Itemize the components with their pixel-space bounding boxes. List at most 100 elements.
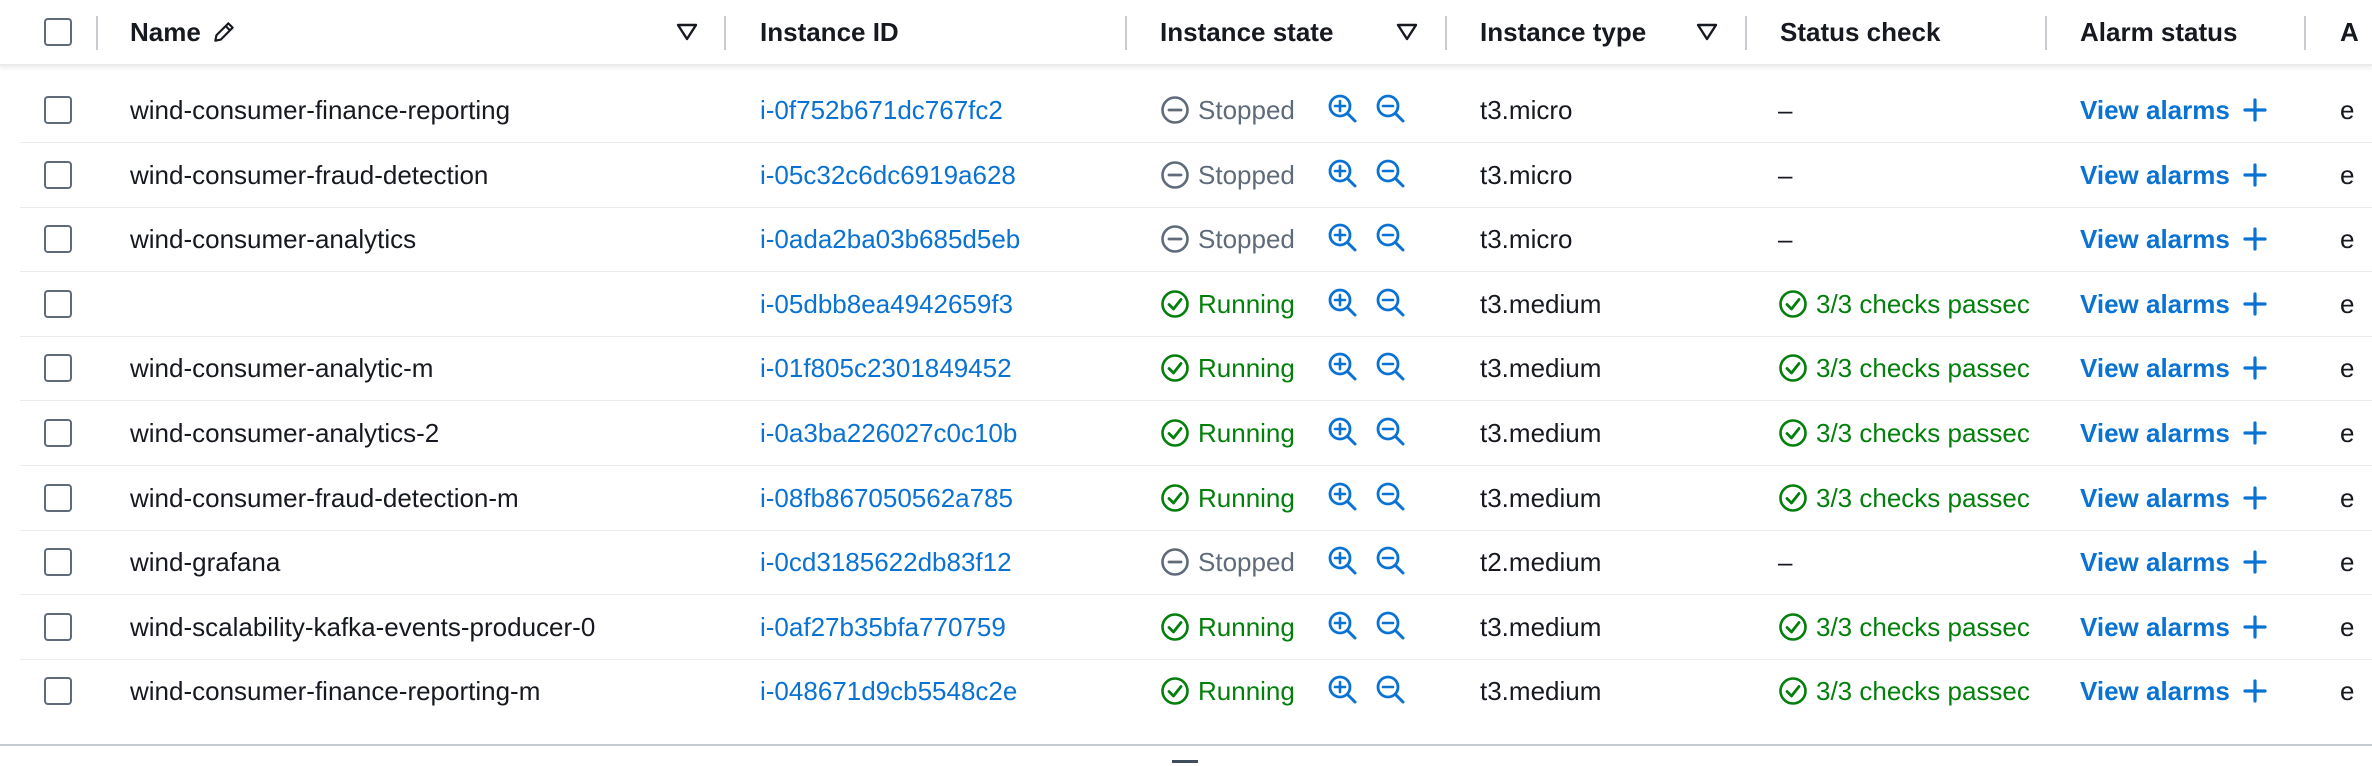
view-alarms-link[interactable]: View alarms — [2080, 272, 2320, 336]
column-header-instance-type[interactable]: Instance type — [1480, 0, 1646, 64]
column-header-instance-state[interactable]: Instance state — [1160, 0, 1333, 64]
next-column-cell: e — [2340, 482, 2355, 513]
table-row[interactable]: wind-consumer-fraud-detection-m i-08fb867… — [20, 466, 2372, 530]
instance-state-label: Stopped — [1198, 159, 1295, 190]
zoom-in-icon[interactable] — [1326, 609, 1360, 643]
sort-down-icon[interactable] — [1396, 22, 1418, 42]
column-divider[interactable] — [96, 16, 98, 50]
instance-id-link[interactable]: i-05dbb8ea4942659f3 — [760, 272, 1120, 336]
plus-icon[interactable] — [2242, 420, 2268, 446]
row-checkbox[interactable] — [44, 548, 72, 576]
zoom-out-icon[interactable] — [1374, 544, 1408, 578]
plus-icon[interactable] — [2242, 485, 2268, 511]
table-row[interactable]: wind-consumer-analytics-2 i-0a3ba226027c0… — [20, 401, 2372, 465]
column-header-alarm-status[interactable]: Alarm status — [2080, 0, 2238, 64]
zoom-out-icon[interactable] — [1374, 609, 1408, 643]
instance-id-link[interactable]: i-0ada2ba03b685d5eb — [760, 207, 1120, 271]
instance-state: Stopped — [1160, 530, 1330, 594]
table-row[interactable]: wind-consumer-finance-reporting-m i-04867… — [20, 659, 2372, 723]
status-check: – — [1778, 207, 2045, 271]
status-success-icon — [1161, 290, 1189, 318]
table-row[interactable]: wind-grafana i-0cd3185622db83f12 Stopped t2… — [20, 530, 2372, 594]
zoom-out-icon[interactable] — [1374, 480, 1408, 514]
zoom-in-icon[interactable] — [1326, 673, 1360, 707]
column-divider[interactable] — [1745, 16, 1747, 50]
zoom-out-icon[interactable] — [1374, 157, 1408, 191]
zoom-out-icon[interactable] — [1374, 221, 1408, 255]
view-alarms-link[interactable]: View alarms — [2080, 336, 2320, 400]
status-stopped-icon — [1161, 548, 1189, 576]
zoom-in-icon[interactable] — [1326, 92, 1360, 126]
zoom-out-icon[interactable] — [1374, 92, 1408, 126]
column-header-instance-id[interactable]: Instance ID — [760, 0, 899, 64]
row-checkbox[interactable] — [44, 677, 72, 705]
instance-name: wind-consumer-fraud-detection-m — [130, 482, 519, 513]
select-all-checkbox[interactable] — [44, 18, 72, 46]
plus-icon[interactable] — [2242, 97, 2268, 123]
table-row[interactable]: wind-consumer-finance-reporting i-0f752b6… — [20, 78, 2372, 142]
table-row[interactable]: i-05dbb8ea4942659f3 Running t3.medium 3/3 c… — [20, 272, 2372, 336]
table-row[interactable]: wind-consumer-fraud-detection i-05c32c6dc… — [20, 143, 2372, 207]
view-alarms-link[interactable]: View alarms — [2080, 207, 2320, 271]
resize-handle[interactable] — [1172, 760, 1198, 763]
view-alarms-link[interactable]: View alarms — [2080, 595, 2320, 659]
plus-icon[interactable] — [2242, 549, 2268, 575]
row-checkbox[interactable] — [44, 290, 72, 318]
zoom-out-icon[interactable] — [1374, 286, 1408, 320]
plus-icon[interactable] — [2242, 291, 2268, 317]
sort-down-icon[interactable] — [676, 22, 698, 42]
view-alarms-label: View alarms — [2080, 352, 2230, 383]
instance-id-link[interactable]: i-0f752b671dc767fc2 — [760, 78, 1120, 142]
column-divider[interactable] — [724, 16, 726, 50]
column-divider[interactable] — [2045, 16, 2047, 50]
instance-id-link[interactable]: i-0af27b35bfa770759 — [760, 595, 1120, 659]
plus-icon[interactable] — [2242, 355, 2268, 381]
row-checkbox[interactable] — [44, 161, 72, 189]
instance-id-link[interactable]: i-0cd3185622db83f12 — [760, 530, 1120, 594]
zoom-out-icon[interactable] — [1374, 350, 1408, 384]
zoom-in-icon[interactable] — [1326, 480, 1360, 514]
column-header-name[interactable]: Name — [130, 0, 237, 64]
table-row[interactable]: wind-scalability-kafka-events-producer-0… — [20, 595, 2372, 659]
zoom-in-icon[interactable] — [1326, 157, 1360, 191]
instance-id-link[interactable]: i-08fb867050562a785 — [760, 466, 1120, 530]
instance-id-link[interactable]: i-048671d9cb5548c2e — [760, 659, 1120, 723]
view-alarms-link[interactable]: View alarms — [2080, 143, 2320, 207]
column-divider[interactable] — [2304, 16, 2306, 50]
zoom-in-icon[interactable] — [1326, 350, 1360, 384]
instance-name: wind-consumer-finance-reporting-m — [130, 675, 541, 706]
zoom-in-icon[interactable] — [1326, 286, 1360, 320]
zoom-in-icon[interactable] — [1326, 415, 1360, 449]
view-alarms-link[interactable]: View alarms — [2080, 401, 2320, 465]
zoom-in-icon[interactable] — [1326, 221, 1360, 255]
plus-icon[interactable] — [2242, 614, 2268, 640]
row-checkbox[interactable] — [44, 96, 72, 124]
column-header-status-check[interactable]: Status check — [1780, 0, 1940, 64]
view-alarms-link[interactable]: View alarms — [2080, 659, 2320, 723]
column-divider[interactable] — [1125, 16, 1127, 50]
row-checkbox[interactable] — [44, 354, 72, 382]
table-row[interactable]: wind-consumer-analytic-m i-01f805c2301849… — [20, 336, 2372, 400]
status-stopped-icon — [1161, 225, 1189, 253]
row-checkbox[interactable] — [44, 613, 72, 641]
instance-id-link[interactable]: i-0a3ba226027c0c10b — [760, 401, 1120, 465]
view-alarms-link[interactable]: View alarms — [2080, 466, 2320, 530]
table-row[interactable]: wind-consumer-analytics i-0ada2ba03b685d5… — [20, 207, 2372, 271]
row-checkbox[interactable] — [44, 225, 72, 253]
view-alarms-link[interactable]: View alarms — [2080, 530, 2320, 594]
column-divider[interactable] — [1445, 16, 1447, 50]
zoom-out-icon[interactable] — [1374, 673, 1408, 707]
plus-icon[interactable] — [2242, 678, 2268, 704]
instance-id-link[interactable]: i-05c32c6dc6919a628 — [760, 143, 1120, 207]
instance-id-link[interactable]: i-01f805c2301849452 — [760, 336, 1120, 400]
plus-icon[interactable] — [2242, 162, 2268, 188]
view-alarms-link[interactable]: View alarms — [2080, 78, 2320, 142]
column-header-next[interactable]: A — [2340, 0, 2359, 64]
zoom-in-icon[interactable] — [1326, 544, 1360, 578]
plus-icon[interactable] — [2242, 226, 2268, 252]
instance-state-label: Stopped — [1198, 94, 1295, 125]
sort-down-icon[interactable] — [1696, 22, 1718, 42]
row-checkbox[interactable] — [44, 419, 72, 447]
row-checkbox[interactable] — [44, 484, 72, 512]
zoom-out-icon[interactable] — [1374, 415, 1408, 449]
